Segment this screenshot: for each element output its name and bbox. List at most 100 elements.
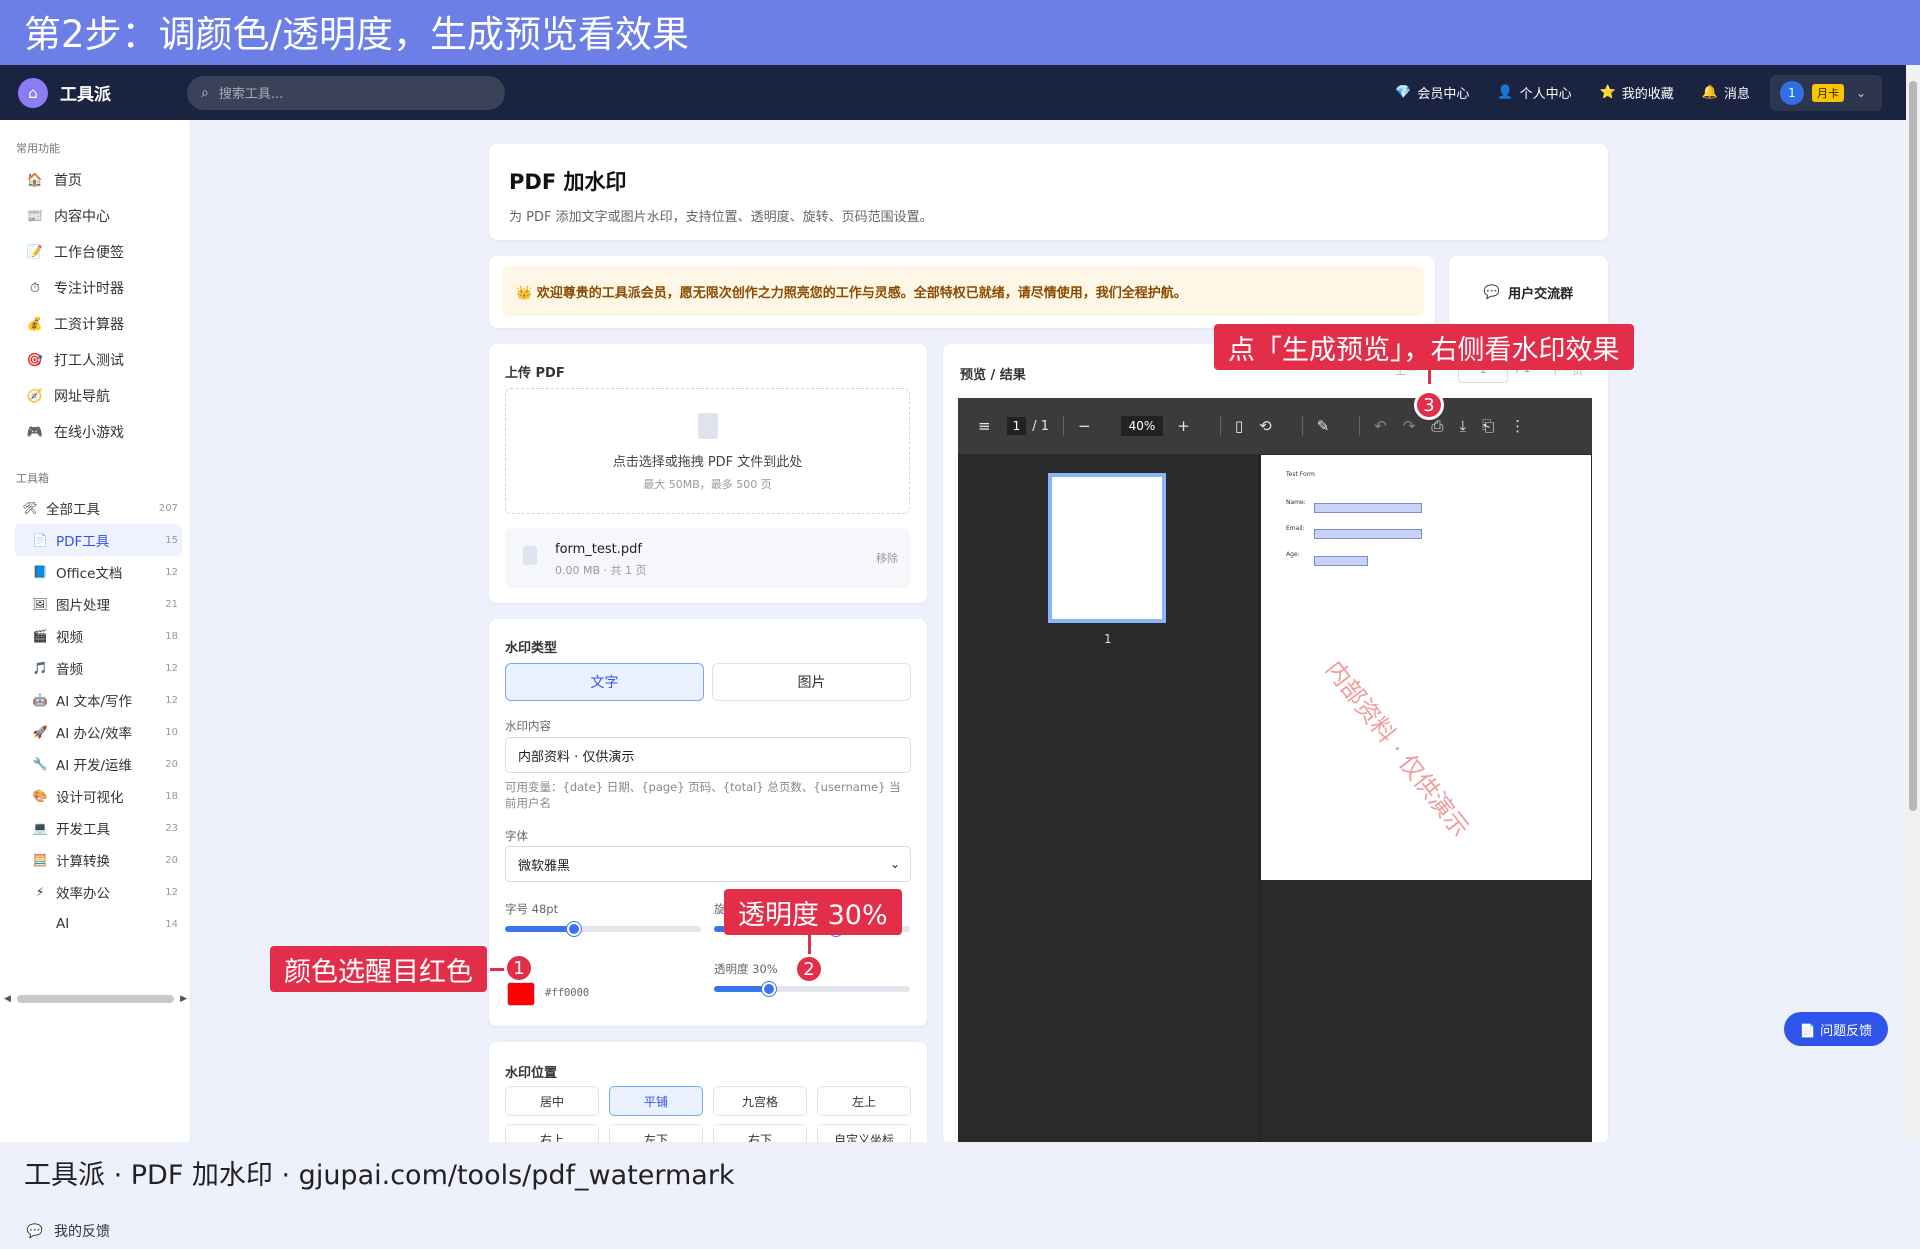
callout-color: 颜色选醒目红色 <box>270 946 487 992</box>
color-picker[interactable] <box>507 982 535 1006</box>
sidebar-item-tool[interactable]: 💻 开发工具 23 <box>0 812 190 844</box>
feedback-button[interactable]: 📄 问题反馈 <box>1784 1012 1888 1046</box>
sidebar-item-tool[interactable]: 🤖 AI 文本/写作 12 <box>0 684 190 716</box>
sidebar-item-tool[interactable]: 🎬 视频 18 <box>0 620 190 652</box>
sidebar-item-all-tools[interactable]: 🛠 全部工具 207 <box>0 492 190 524</box>
font-size-slider[interactable] <box>505 922 701 936</box>
sidebar: 常用功能 🏠 首页 📰 内容中心 📝 工作台便签 ⏱ 专注计时器 💰 工资计算器 🎯 打工人测试 🧭 网址… <box>0 120 191 1240</box>
zoom-in-icon[interactable]: + <box>1177 417 1190 435</box>
scroll-left-icon[interactable]: ◀ <box>4 994 11 1004</box>
sidebar-item-tool[interactable]: 📘 Office文档 12 <box>0 556 190 588</box>
opacity-slider[interactable] <box>714 982 910 996</box>
sidebar-item-common[interactable]: 💰 工资计算器 <box>0 306 190 342</box>
sidebar-item-count: 18 <box>165 790 178 802</box>
slider-knob[interactable] <box>566 922 581 936</box>
watermark-content-input[interactable]: 内部资料 · 仅供演示 <box>505 737 911 773</box>
sidebar-item-tool[interactable]: AI 14 <box>0 908 190 940</box>
header-card: PDF 加水印 为 PDF 添加文字或图片水印，支持位置、透明度、旋转、页码范围… <box>489 144 1608 240</box>
sidebar-item-label: 计算转换 <box>56 854 110 870</box>
undo-icon[interactable]: ↶ <box>1374 417 1387 435</box>
logo[interactable]: ⌂ 工具派 <box>18 77 111 108</box>
sidebar-item-footer[interactable]: 💬 我的反馈 <box>0 1213 190 1249</box>
page-thumbnail[interactable] <box>1048 473 1166 623</box>
sidebar-horizontal-scrollbar[interactable]: ◀ ▶ <box>4 992 187 1006</box>
doc-field-label: Name: <box>1286 499 1306 506</box>
font-select[interactable]: 微软雅黑 ⌄ <box>505 846 911 882</box>
pdf-dropzone[interactable]: 点击选择或拖拽 PDF 文件到此处 最大 50MB，最多 500 页 <box>505 388 910 514</box>
sidebar-item-tool[interactable]: 🎵 音频 12 <box>0 652 190 684</box>
more-icon[interactable]: ⋮ <box>1510 417 1525 435</box>
sidebar-item-count: 14 <box>165 918 178 930</box>
nav-vip-center[interactable]: 💎 会员中心 <box>1395 83 1469 102</box>
sidebar-item-label: PDF工具 <box>56 534 110 550</box>
scrollbar-thumb[interactable] <box>16 995 175 1003</box>
welcome-banner: 👑 欢迎尊贵的工具派会员，愿无限次创作之力照亮您的工作与灵感。全部特权已就绪，请… <box>502 266 1424 316</box>
print-icon[interactable]: ⎗ <box>1482 417 1494 435</box>
save-icon[interactable]: ⎙ <box>1431 417 1443 435</box>
remove-file-button[interactable]: 移除 <box>876 550 898 566</box>
redo-icon[interactable]: ↷ <box>1403 417 1416 435</box>
sidebar-item-common[interactable]: 📰 内容中心 <box>0 198 190 234</box>
sidebar-item-tool[interactable]: ⚡ 效率办公 12 <box>0 876 190 908</box>
position-option[interactable]: 左上 <box>817 1086 911 1116</box>
nav-favorites[interactable]: ⭐ 我的收藏 <box>1600 83 1674 102</box>
menu-icon[interactable]: ≡ <box>978 417 991 435</box>
sidebar-item-icon: 💬 <box>26 1223 44 1239</box>
file-icon <box>697 413 718 439</box>
sidebar-item-tool[interactable]: 🔧 AI 开发/运维 20 <box>0 748 190 780</box>
sidebar-item-icon: 💻 <box>32 821 48 835</box>
file-icon <box>523 546 537 565</box>
sidebar-item-tool[interactable]: 🎨 设计可视化 18 <box>0 780 190 812</box>
sidebar-item-tool[interactable]: 🖼 图片处理 21 <box>0 588 190 620</box>
file-name: form_test.pdf <box>555 542 642 557</box>
zoom-out-icon[interactable]: − <box>1078 417 1091 435</box>
download-icon[interactable]: ⤓ <box>1459 417 1466 435</box>
sidebar-item-common[interactable]: 🎯 打工人测试 <box>0 342 190 378</box>
sidebar-item-common[interactable]: 📝 工作台便签 <box>0 234 190 270</box>
chevron-down-icon: ⌄ <box>889 857 900 871</box>
sidebar-item-icon: 🚀 <box>32 725 48 739</box>
position-option[interactable]: 平铺 <box>609 1086 703 1116</box>
sidebar-item-common[interactable]: 🎮 在线小游戏 <box>0 414 190 450</box>
page-vertical-scrollbar[interactable] <box>1906 65 1920 1142</box>
preview-title: 预览 / 结果 <box>960 368 1026 383</box>
sidebar-item-tool[interactable]: 🧮 计算转换 20 <box>0 844 190 876</box>
nav-profile[interactable]: 👤 个人中心 <box>1497 83 1571 102</box>
rotate-icon[interactable]: ⟲ <box>1259 417 1272 435</box>
sidebar-item-count: 20 <box>165 854 178 866</box>
sidebar-item-count: 12 <box>165 662 178 674</box>
dropzone-text: 点击选择或拖拽 PDF 文件到此处 <box>612 455 803 470</box>
chevron-down-icon: ⌄ <box>1856 85 1867 100</box>
slider-knob[interactable] <box>761 982 776 996</box>
sidebar-item-label: 首页 <box>54 173 82 189</box>
position-option[interactable]: 九宫格 <box>713 1086 807 1116</box>
sidebar-item-count: 21 <box>165 598 178 610</box>
position-option[interactable]: 居中 <box>505 1086 599 1116</box>
scrollbar-thumb[interactable] <box>1909 81 1917 811</box>
user-menu[interactable]: 1 月卡 ⌄ <box>1770 74 1882 111</box>
sidebar-item-icon: 🎮 <box>26 424 44 440</box>
scroll-right-icon[interactable]: ▶ <box>180 994 187 1004</box>
doc-field-label: Email: <box>1286 525 1305 532</box>
nav-messages[interactable]: 🔔 消息 <box>1702 83 1750 102</box>
step-banner: 第2步：调颜色/透明度，生成预览看效果 <box>0 0 1920 65</box>
sidebar-item-common[interactable]: ⏱ 专注计时器 <box>0 270 190 306</box>
tab-image-watermark[interactable]: 图片 <box>712 663 911 701</box>
draw-icon[interactable]: ✎ <box>1317 417 1330 435</box>
toolbar-divider <box>1219 416 1221 436</box>
fit-page-icon[interactable]: ▯ <box>1235 417 1243 435</box>
user-group-button[interactable]: 💬 用户交流群 <box>1449 256 1608 328</box>
sidebar-item-common[interactable]: 🧭 网址导航 <box>0 378 190 414</box>
watermark-type-title: 水印类型 <box>505 641 558 656</box>
sidebar-section-toolbox: 工具箱 <box>16 472 49 485</box>
viewer-page-input[interactable]: 1 <box>1006 417 1027 435</box>
upload-title: 上传 PDF <box>505 366 565 381</box>
tab-text-watermark[interactable]: 文字 <box>505 663 704 701</box>
sidebar-item-label: AI 办公/效率 <box>56 726 133 742</box>
sidebar-item-tool[interactable]: 🚀 AI 办公/效率 10 <box>0 716 190 748</box>
search-input[interactable]: ⌕ 搜索工具... <box>187 75 505 110</box>
sidebar-item-icon: 🎬 <box>32 629 48 643</box>
zoom-level[interactable]: 40% <box>1120 416 1164 436</box>
sidebar-item-tool[interactable]: 📄 PDF工具 15 <box>14 524 182 556</box>
sidebar-item-common[interactable]: 🏠 首页 <box>0 162 190 198</box>
